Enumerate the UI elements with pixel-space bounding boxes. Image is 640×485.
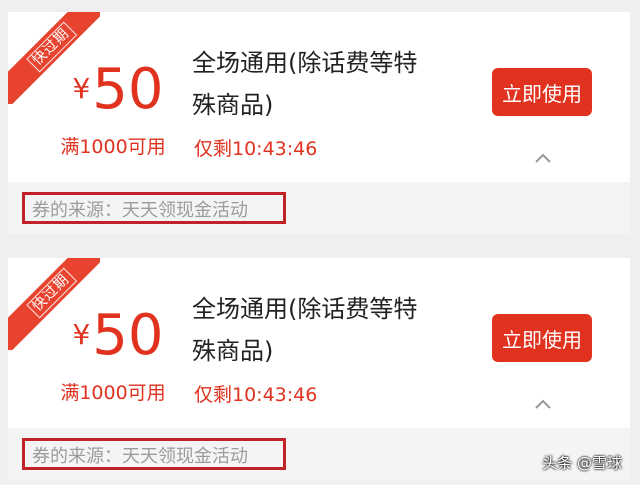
usage-condition: 满1000可用	[60, 382, 166, 404]
currency-symbol: ¥	[72, 72, 91, 105]
coupon-main: 快过期 ¥50 满1000可用 全场通用(除话费等特 殊商品) 仅剩10:43:…	[8, 12, 630, 182]
coupon-title-line1: 全场通用(除话费等特	[192, 295, 418, 323]
use-now-button[interactable]: 立即使用	[492, 68, 592, 116]
coupon-source-row: 券的来源：天天领现金活动	[8, 182, 630, 234]
coupon-amount: ¥50	[48, 60, 188, 120]
chevron-up-icon[interactable]	[535, 396, 551, 412]
remaining-time: 仅剩10:43:46	[194, 384, 318, 406]
chevron-up-icon[interactable]	[535, 150, 551, 166]
coupon-title-line2: 殊商品)	[192, 91, 274, 119]
use-now-button[interactable]: 立即使用	[492, 314, 592, 362]
coupon-main: 快过期 ¥50 满1000可用 全场通用(除话费等特 殊商品) 仅剩10:43:…	[8, 258, 630, 428]
coupon-source: 券的来源：天天领现金活动	[32, 446, 248, 467]
currency-symbol: ¥	[72, 318, 91, 351]
coupon-title: 全场通用(除话费等特 殊商品)	[192, 288, 462, 372]
coupon-card: 快过期 ¥50 满1000可用 全场通用(除话费等特 殊商品) 仅剩10:43:…	[8, 258, 630, 480]
coupon-title: 全场通用(除话费等特 殊商品)	[192, 42, 462, 126]
coupon-source-row: 券的来源：天天领现金活动	[8, 428, 630, 480]
coupon-card: 快过期 ¥50 满1000可用 全场通用(除话费等特 殊商品) 仅剩10:43:…	[8, 12, 630, 234]
remaining-time: 仅剩10:43:46	[194, 138, 318, 160]
coupon-source: 券的来源：天天领现金活动	[32, 200, 248, 221]
watermark: 头条 @雪球	[542, 454, 622, 472]
coupon-title-line1: 全场通用(除话费等特	[192, 49, 418, 77]
coupon-amount: ¥50	[48, 306, 188, 366]
usage-condition: 满1000可用	[60, 136, 166, 158]
amount-value: 50	[92, 303, 164, 368]
amount-value: 50	[92, 57, 164, 122]
coupon-title-line2: 殊商品)	[192, 337, 274, 365]
